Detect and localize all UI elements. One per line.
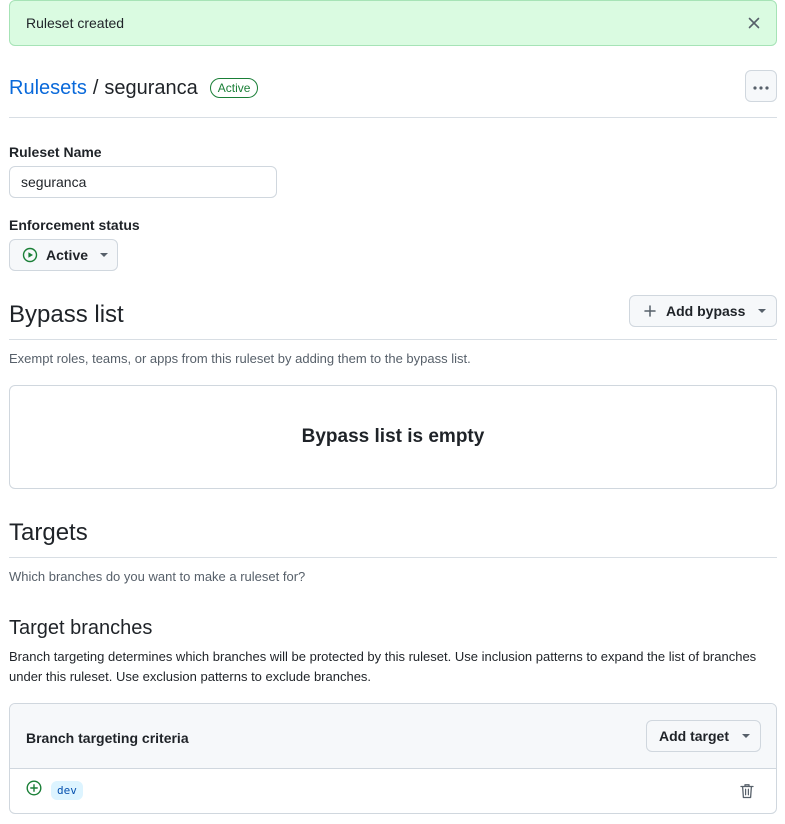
targets-divider: [9, 557, 777, 558]
trash-icon[interactable]: [740, 783, 754, 799]
enforcement-status-value: Active: [46, 247, 89, 263]
enforcement-status-dropdown[interactable]: Active: [9, 239, 118, 271]
flash-message: Ruleset created: [26, 15, 125, 31]
target-branches-description: Branch targeting determines which branch…: [9, 649, 757, 684]
breadcrumb-separator: /: [92, 76, 99, 99]
branch-pattern-chip: dev: [51, 781, 83, 800]
play-circle-icon: [22, 247, 38, 263]
kebab-horizontal-icon: [753, 77, 769, 95]
branch-targeting-header: Branch targeting criteria Add target: [10, 704, 776, 769]
x-icon[interactable]: [744, 13, 764, 33]
branch-targeting-panel: Branch targeting criteria Add target dev: [9, 703, 777, 814]
add-bypass-label: Add bypass: [666, 303, 746, 319]
add-bypass-button[interactable]: Add bypass: [629, 295, 777, 327]
plus-icon: [644, 305, 656, 317]
breadcrumb-rulesets-link[interactable]: Rulesets: [9, 77, 87, 100]
enforcement-status-label: Enforcement status: [9, 217, 140, 233]
ruleset-name-label: Ruleset Name: [9, 144, 102, 160]
page-header: Rulesets / seguranca Active: [9, 70, 777, 106]
plus-circle-icon: [26, 780, 42, 796]
page-title: seguranca: [104, 76, 198, 99]
more-options-button[interactable]: [745, 70, 777, 102]
chevron-down-icon: [758, 309, 767, 313]
targets-heading: Targets: [9, 519, 88, 546]
ruleset-name-input[interactable]: [9, 166, 277, 198]
chevron-down-icon: [742, 734, 750, 738]
add-target-button[interactable]: Add target: [646, 720, 761, 752]
branch-targeting-title: Branch targeting criteria: [26, 730, 189, 746]
targets-description: Which branches do you want to make a rul…: [9, 569, 306, 584]
target-branches-heading: Target branches: [9, 617, 153, 639]
list-item: dev: [10, 769, 776, 813]
bypass-list-heading: Bypass list: [9, 301, 124, 328]
bypass-description: Exempt roles, teams, or apps from this r…: [9, 351, 471, 366]
add-target-label: Add target: [659, 728, 729, 744]
bypass-empty-text: Bypass list is empty: [301, 426, 485, 447]
bypass-empty-state: Bypass list is empty: [9, 385, 777, 489]
bypass-divider: [9, 339, 777, 340]
chevron-down-icon: [100, 253, 109, 257]
header-divider: [9, 117, 777, 118]
status-badge: Active: [209, 78, 259, 98]
flash-banner: Ruleset created: [9, 0, 777, 46]
